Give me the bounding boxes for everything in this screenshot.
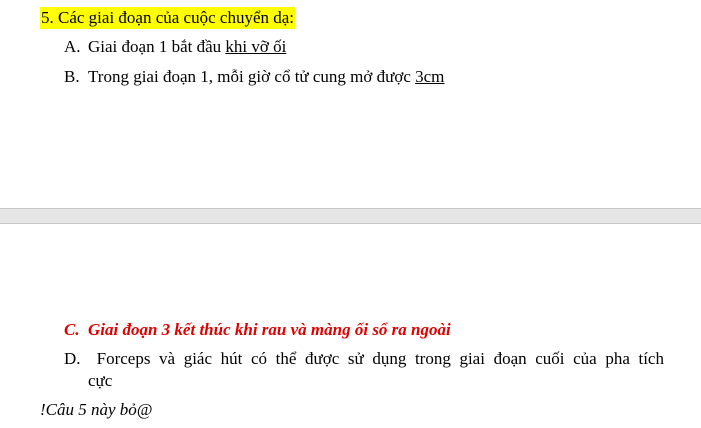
option-d-word: trong bbox=[414, 349, 451, 368]
option-d-word: có bbox=[250, 349, 268, 368]
option-d-word: giác bbox=[183, 349, 213, 368]
option-d-line-2: cực bbox=[88, 371, 113, 390]
option-d-line-1: D. Forceps và giác hút có thể được sử dụng trong g… bbox=[64, 348, 664, 370]
option-d-word: Forceps bbox=[96, 349, 151, 368]
option-d-word: và bbox=[159, 349, 176, 368]
option-c-correct-answer: C. Giai đoạn 3 kết thúc khi rau và màng ố… bbox=[64, 319, 664, 341]
option-d-word: hút bbox=[220, 349, 243, 368]
option-d-word: đoạn bbox=[493, 349, 527, 368]
option-d-word: được bbox=[305, 349, 340, 368]
document-page-top: 5. Các giai đoạn của cuộc chuyển dạ: A. G… bbox=[0, 0, 701, 208]
option-d-word: sử bbox=[347, 349, 364, 368]
option-d-word: tích bbox=[638, 349, 664, 368]
option-a-text: Giai đoạn 1 bắt đầu bbox=[88, 37, 226, 56]
option-b-underlined-text: 3cm bbox=[415, 67, 445, 86]
option-d-word: pha bbox=[605, 349, 630, 368]
question-heading: 5. Các giai đoạn của cuộc chuyển dạ: bbox=[40, 7, 296, 29]
option-d: D. Forceps và giác hút có thể được sử dụng trong g… bbox=[64, 348, 664, 392]
option-a-letter: A. bbox=[64, 37, 81, 56]
option-d-word: cuối bbox=[535, 349, 565, 368]
option-d-word: của bbox=[573, 349, 597, 368]
option-d-letter: D. bbox=[64, 349, 81, 368]
option-d-word: giai bbox=[459, 349, 485, 368]
option-c-letter: C. bbox=[64, 320, 80, 339]
option-d-word: dụng bbox=[372, 349, 407, 368]
option-a: A. Giai đoạn 1 bắt đầu khi vỡ ối bbox=[64, 36, 664, 58]
page-break-gap bbox=[0, 208, 701, 224]
editor-note: !Câu 5 này bỏ@ bbox=[40, 400, 153, 419]
option-b: B. Trong giai đoạn 1, mỗi giờ cổ tử cung … bbox=[64, 66, 664, 88]
option-c-text: Giai đoạn 3 kết thúc khi rau và màng ối … bbox=[88, 320, 451, 339]
option-a-underlined-text: khi vỡ ối bbox=[225, 37, 287, 56]
option-d-word: thể bbox=[275, 349, 297, 368]
option-b-text: Trong giai đoạn 1, mỗi giờ cổ tử cung mở… bbox=[88, 67, 416, 86]
option-b-letter: B. bbox=[64, 67, 80, 86]
